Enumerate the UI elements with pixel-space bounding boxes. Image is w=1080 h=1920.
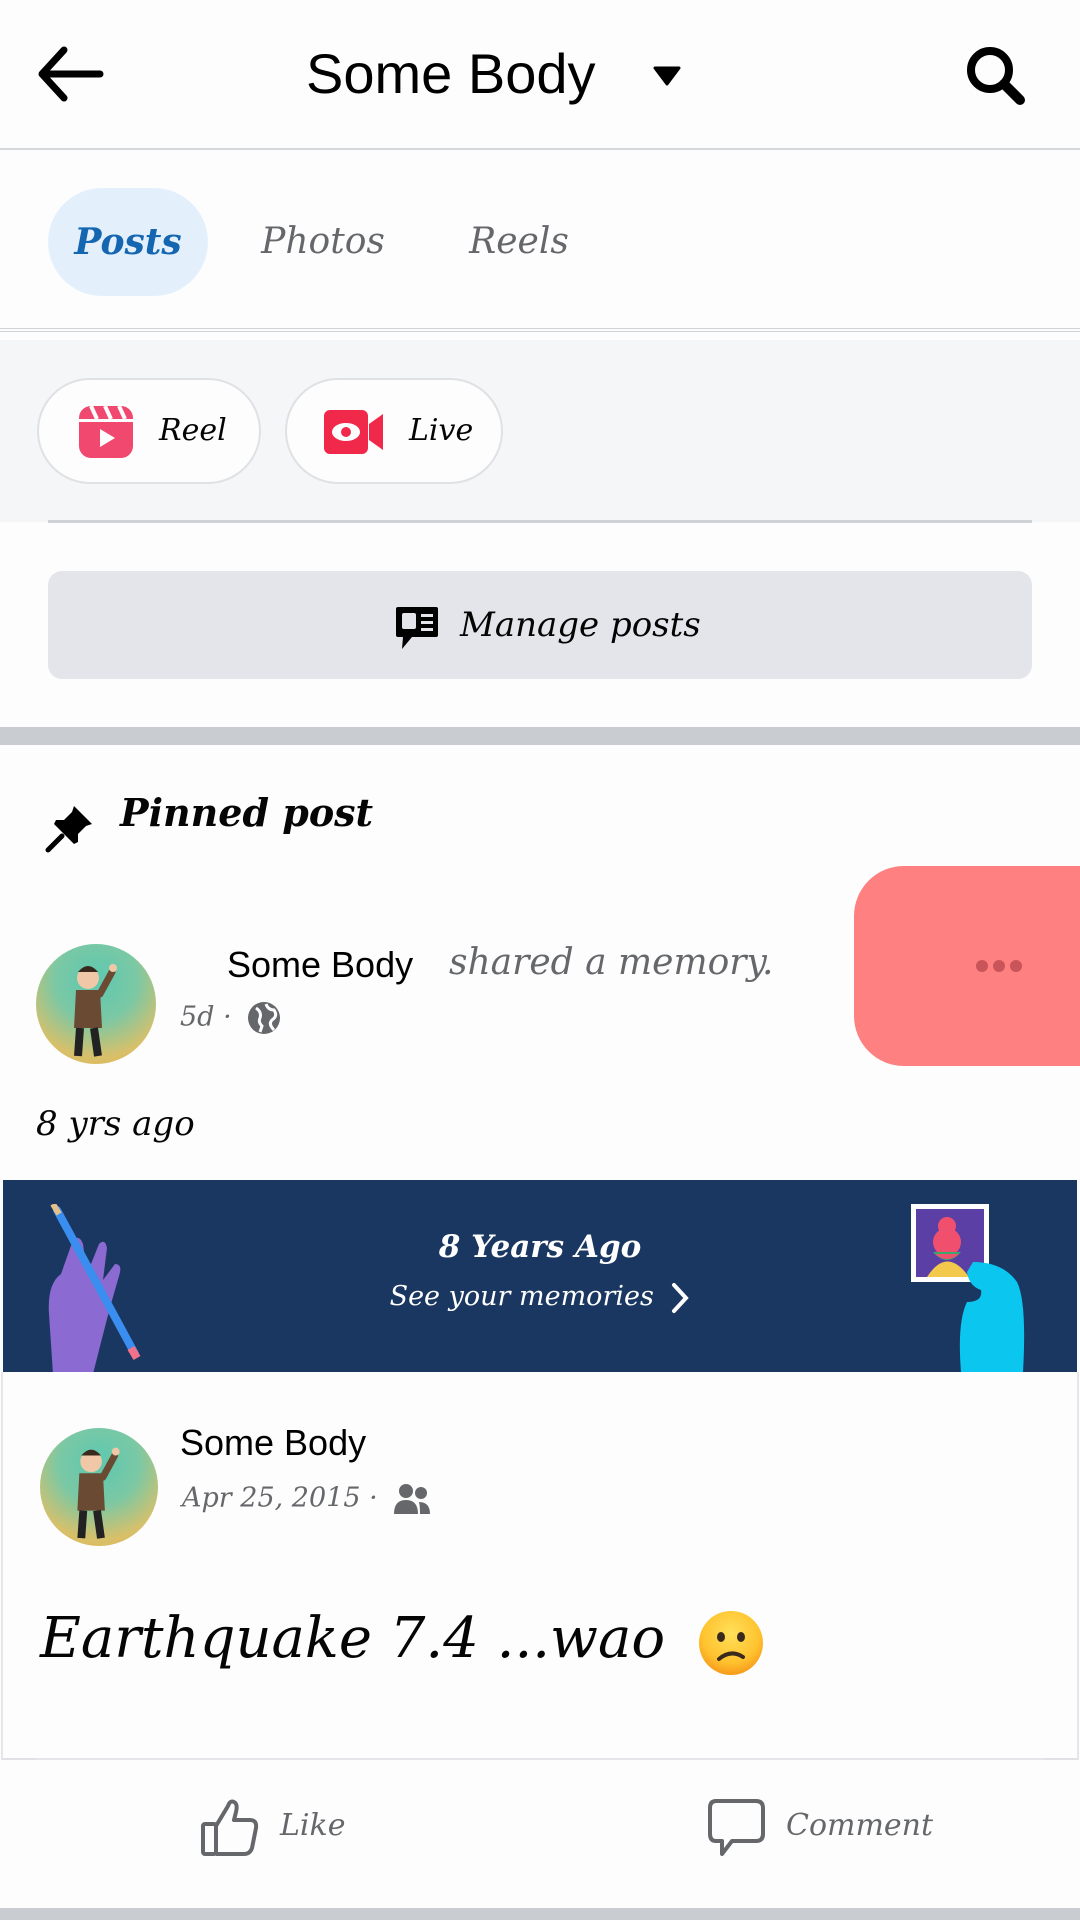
friends-icon [394,1484,431,1514]
manage-posts-label: Manage posts [460,605,701,645]
caret-down-icon [653,66,681,86]
profile-tabs: Posts Photos Reels [0,152,1080,332]
shared-post-meta: Apr 25, 2015 · [182,1482,432,1516]
live-video-icon [324,410,383,454]
arrow-left-icon [38,46,104,102]
author-avatar[interactable] [36,944,156,1064]
actions-divider [36,1758,1044,1760]
confused-face-emoji [698,1610,763,1675]
see-memories-label: See your memories [389,1281,654,1312]
chevron-right-icon [672,1282,690,1313]
post-time-meta: 5d · [180,1000,282,1036]
meta-separator: · [369,1482,378,1514]
manage-posts-button[interactable]: Manage posts [48,571,1032,679]
create-reel-button[interactable]: Reel [37,378,261,484]
shared-post-text: Earthquake 7.4 ...wao [40,1606,765,1677]
tab-reels[interactable]: Reels [444,188,594,296]
tab-posts[interactable]: Posts [48,188,208,296]
shared-post-body: Earthquake 7.4 ...wao [40,1606,666,1671]
comment-label: Comment [786,1808,934,1843]
avatar-figure-icon [74,964,117,1057]
pinned-post-author[interactable]: Some Body [227,944,413,986]
create-reel-label: Reel [159,413,227,448]
go-live-button[interactable]: Live [285,378,503,484]
more-horizontal-icon [976,960,1022,972]
tab-photos[interactable]: Photos [248,188,398,296]
shared-memory-text: shared a memory. [449,942,774,983]
divider [48,520,1032,523]
top-app-bar: Some Body [0,0,1080,150]
memory-caption: 8 yrs ago [36,1104,195,1144]
back-button[interactable] [36,44,106,104]
create-actions-row: Reel Live [0,340,1080,522]
avatar-figure-icon [77,1447,120,1539]
thumbs-up-icon [201,1799,259,1856]
shared-post-date: Apr 25, 2015 [182,1482,361,1514]
meta-separator: · [223,1001,232,1033]
hand-with-photo-illustration [911,1204,1025,1372]
search-button[interactable] [962,42,1028,108]
section-separator [0,1908,1080,1920]
post-time: 5d [180,1001,215,1033]
go-live-label: Live [409,413,474,448]
shared-memory-post-card [1,1372,1079,1760]
globe-icon [248,1002,281,1034]
memories-banner[interactable]: 8 Years Ago See your memories [3,1180,1077,1372]
comment-button[interactable]: Comment [708,1790,968,1864]
post-options-button[interactable] [854,866,1080,1066]
shared-post-avatar[interactable] [40,1428,158,1546]
reels-icon [79,405,133,458]
comment-icon [708,1799,765,1856]
manage-posts-icon [396,607,438,649]
profile-switcher-dropdown[interactable] [652,64,682,88]
search-icon [967,47,1025,105]
pin-icon [45,806,92,853]
pinned-post-heading: Pinned post [120,790,374,835]
profile-name-title[interactable]: Some Body [306,38,596,110]
shared-post-author[interactable]: Some Body [180,1422,366,1464]
section-separator [0,727,1080,745]
like-label: Like [280,1808,346,1843]
like-button[interactable]: Like [200,1790,400,1864]
